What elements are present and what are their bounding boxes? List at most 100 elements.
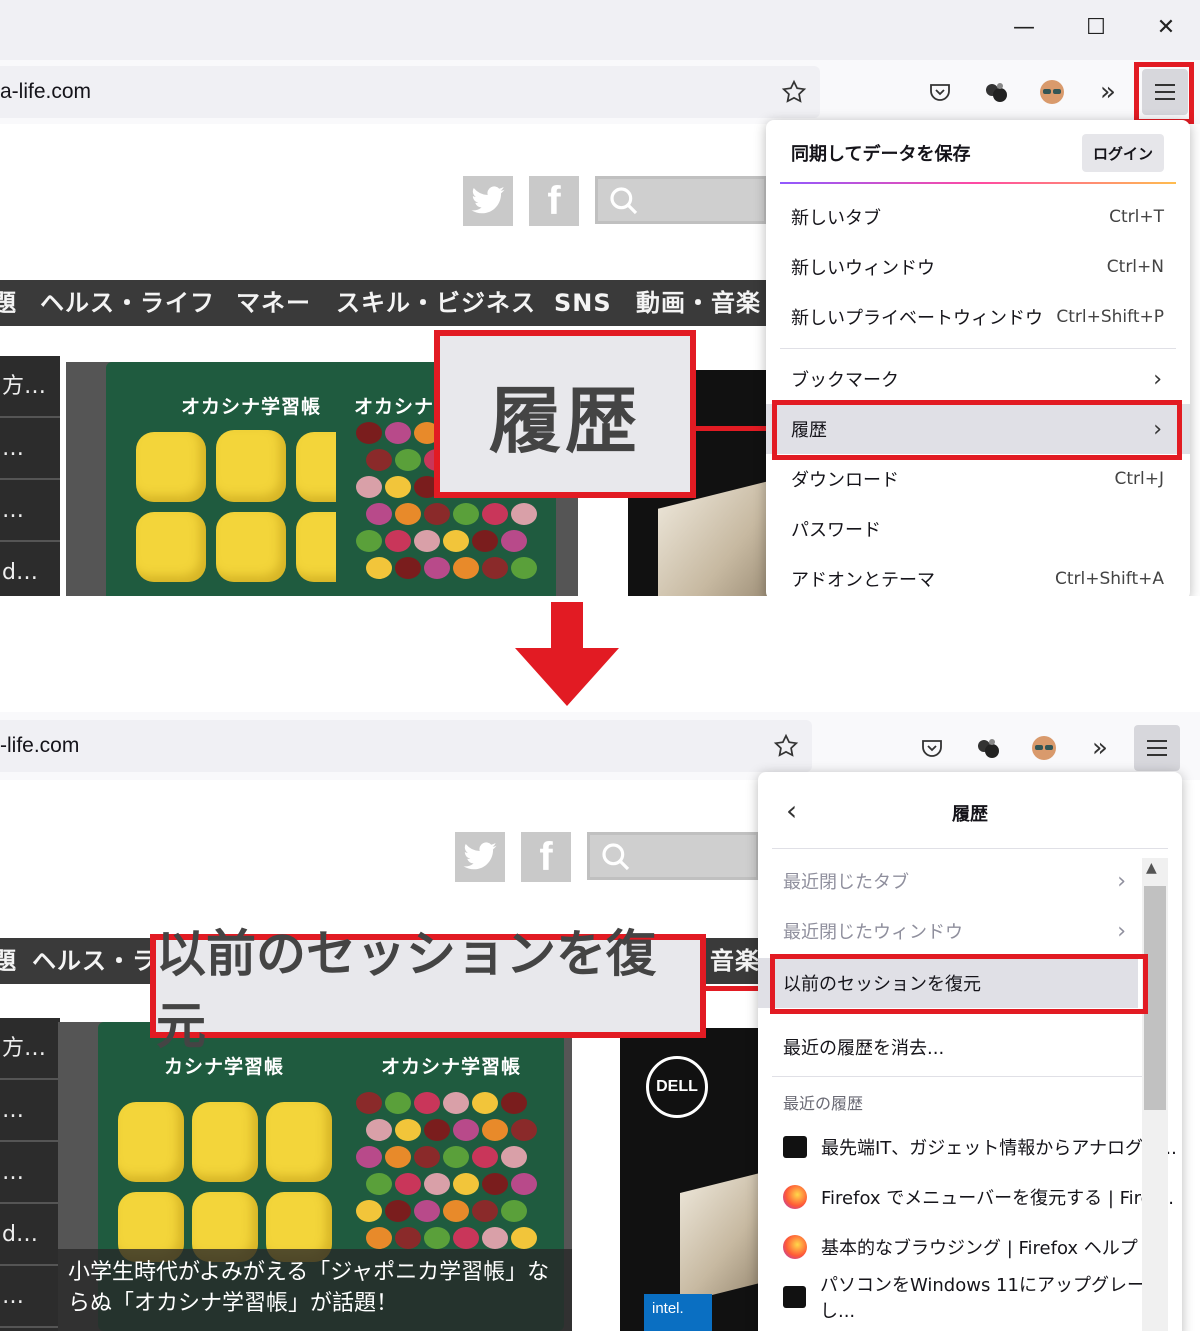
maximize-button[interactable]: ☐: [1060, 0, 1132, 55]
candy-bead: [501, 530, 527, 552]
menu-item-bookmarks[interactable]: ブックマーク ›: [766, 354, 1190, 404]
candy-bead: [453, 1119, 479, 1141]
menu-item-new-tab[interactable]: 新しいタブ Ctrl+T: [766, 192, 1190, 242]
candy-bead: [356, 1146, 382, 1168]
scroll-up-icon[interactable]: ▲: [1146, 860, 1157, 876]
candy-bead: [453, 503, 479, 525]
nav-item[interactable]: ヘルス・ライフ: [40, 280, 215, 326]
title-bar: — ☐ ✕: [0, 0, 1200, 60]
url-bar[interactable]: a-life.com: [0, 66, 820, 118]
nav-item[interactable]: SNS: [554, 280, 612, 326]
callout-restore-session: 以前のセッションを復元: [150, 925, 706, 1055]
list-item[interactable]: 方…: [0, 356, 60, 418]
list-item[interactable]: …: [0, 1142, 60, 1204]
close-button[interactable]: ✕: [1130, 0, 1200, 55]
candy-bead: [424, 503, 450, 525]
menu-separator: [772, 848, 1168, 849]
down-arrow-icon: [515, 602, 619, 706]
nav-toolbar: -life.com »: [0, 712, 1200, 780]
menu-item-recently-closed-tabs[interactable]: 最近閉じたタブ ›: [758, 856, 1182, 906]
extension-icon[interactable]: [966, 726, 1010, 770]
twitter-icon[interactable]: [455, 832, 505, 882]
menu-item-new-private-window[interactable]: 新しいプライベートウィンドウ Ctrl+Shift+P: [766, 292, 1190, 342]
candy-bead: [482, 1119, 508, 1141]
menu-item-passwords[interactable]: パスワード: [766, 504, 1190, 554]
history-entry[interactable]: 最先端IT、ガジェット情報からアナログ、...: [758, 1122, 1182, 1172]
site-search-box[interactable]: [595, 176, 767, 224]
nav-item[interactable]: 題: [0, 280, 17, 326]
avatar-icon[interactable]: [1022, 726, 1066, 770]
list-item[interactable]: …: [0, 1266, 60, 1328]
candy-bead: [511, 1173, 537, 1195]
recent-history-header: 最近の履歴: [783, 1094, 864, 1113]
facebook-icon[interactable]: f: [529, 176, 579, 226]
otona-life-favicon: [783, 1136, 807, 1158]
candy-bead: [482, 1227, 508, 1249]
candy-bead: [501, 1092, 527, 1114]
menu-button-highlight: [1134, 62, 1194, 124]
overflow-icon[interactable]: »: [1086, 70, 1130, 114]
candy-bead: [395, 557, 421, 579]
site-search-box[interactable]: [587, 832, 759, 880]
candy-bead: [501, 1146, 527, 1168]
history-entry[interactable]: パソコンをWindows 11にアップグレードし...: [758, 1272, 1182, 1322]
history-panel-title: 履歴: [952, 804, 988, 825]
history-entry[interactable]: 基本的なブラウジング | Firefox ヘルプ: [758, 1222, 1182, 1272]
minimize-button[interactable]: —: [988, 0, 1060, 55]
login-button[interactable]: ログイン: [1082, 134, 1164, 172]
list-item[interactable]: d…: [0, 1204, 60, 1266]
pocket-icon[interactable]: [910, 726, 954, 770]
menu-item-new-window[interactable]: 新しいウィンドウ Ctrl+N: [766, 242, 1190, 292]
star-icon[interactable]: [772, 70, 816, 114]
history-entry[interactable]: Firefox でメニューバーを復元する | Firef...: [758, 1172, 1182, 1222]
hamburger-menu-icon[interactable]: [1134, 725, 1180, 771]
list-item[interactable]: …: [0, 418, 60, 480]
url-bar[interactable]: -life.com: [0, 720, 812, 772]
extension-icon[interactable]: [974, 70, 1018, 114]
advertisement[interactable]: DELL intel.: [620, 1028, 760, 1331]
candy-bead: [356, 1200, 382, 1222]
menu-item-downloads[interactable]: ダウンロード Ctrl+J: [766, 454, 1190, 504]
article-photo[interactable]: カシナ学習帳 オカシナ学習帳 小学生時代がよみがえる「ジャポニカ学習帳」ならぬ「…: [58, 1022, 572, 1331]
nav-item[interactable]: マネー: [236, 280, 311, 326]
list-item[interactable]: 方…: [0, 1018, 60, 1080]
list-item[interactable]: …: [0, 1080, 60, 1142]
avatar-icon[interactable]: [1030, 70, 1074, 114]
candy-bead: [472, 1200, 498, 1222]
list-item[interactable]: …: [0, 480, 60, 542]
candy-bead: [385, 1092, 411, 1114]
nav-item[interactable]: 音楽: [710, 938, 760, 984]
scrollbar-track[interactable]: ▲: [1142, 858, 1168, 1331]
candy-bead: [414, 530, 440, 552]
candy-bead: [424, 1119, 450, 1141]
menu-separator: [780, 348, 1176, 349]
list-item[interactable]: d…: [0, 542, 60, 596]
pocket-icon[interactable]: [918, 70, 962, 114]
article-sidebar-list: 方… … … d…: [0, 356, 60, 596]
callout-connector: [690, 426, 776, 431]
candy-bead: [356, 530, 382, 552]
search-icon: [602, 843, 630, 871]
candy-bead: [366, 503, 392, 525]
twitter-icon[interactable]: [463, 176, 513, 226]
url-text: a-life.com: [0, 80, 92, 103]
article-sidebar-list: 方… … … d… …: [0, 1018, 60, 1331]
candy-bead: [511, 557, 537, 579]
facebook-icon[interactable]: f: [521, 832, 571, 882]
nav-item[interactable]: ヘルス・ラ: [32, 938, 157, 984]
article-caption[interactable]: 小学生時代がよみがえる「ジャポニカ学習帳」ならぬ「オカシナ学習帳」が話題！: [58, 1249, 572, 1331]
nav-item[interactable]: 題: [0, 938, 17, 984]
candy-bead: [385, 530, 411, 552]
menu-item-recently-closed-windows[interactable]: 最近閉じたウィンドウ ›: [758, 906, 1182, 956]
menu-item-addons-themes[interactable]: アドオンとテーマ Ctrl+Shift+A: [766, 554, 1190, 596]
menu-item-clear-history[interactable]: 最近の履歴を消去...: [758, 1022, 1182, 1072]
history-menu-panel: ‹ 履歴 最近閉じたタブ › 最近閉じたウィンドウ › 以前のセッションを復元 最近…: [758, 772, 1182, 1331]
candy-bead: [395, 1227, 421, 1249]
nav-item[interactable]: 動画・音楽: [636, 280, 761, 326]
nav-item[interactable]: スキル・ビジネス: [336, 280, 536, 326]
otona-life-favicon: [783, 1286, 806, 1308]
overflow-icon[interactable]: »: [1078, 726, 1122, 770]
star-icon[interactable]: [764, 724, 808, 768]
callout-history: 履歴: [434, 330, 696, 498]
candy-bead: [424, 557, 450, 579]
